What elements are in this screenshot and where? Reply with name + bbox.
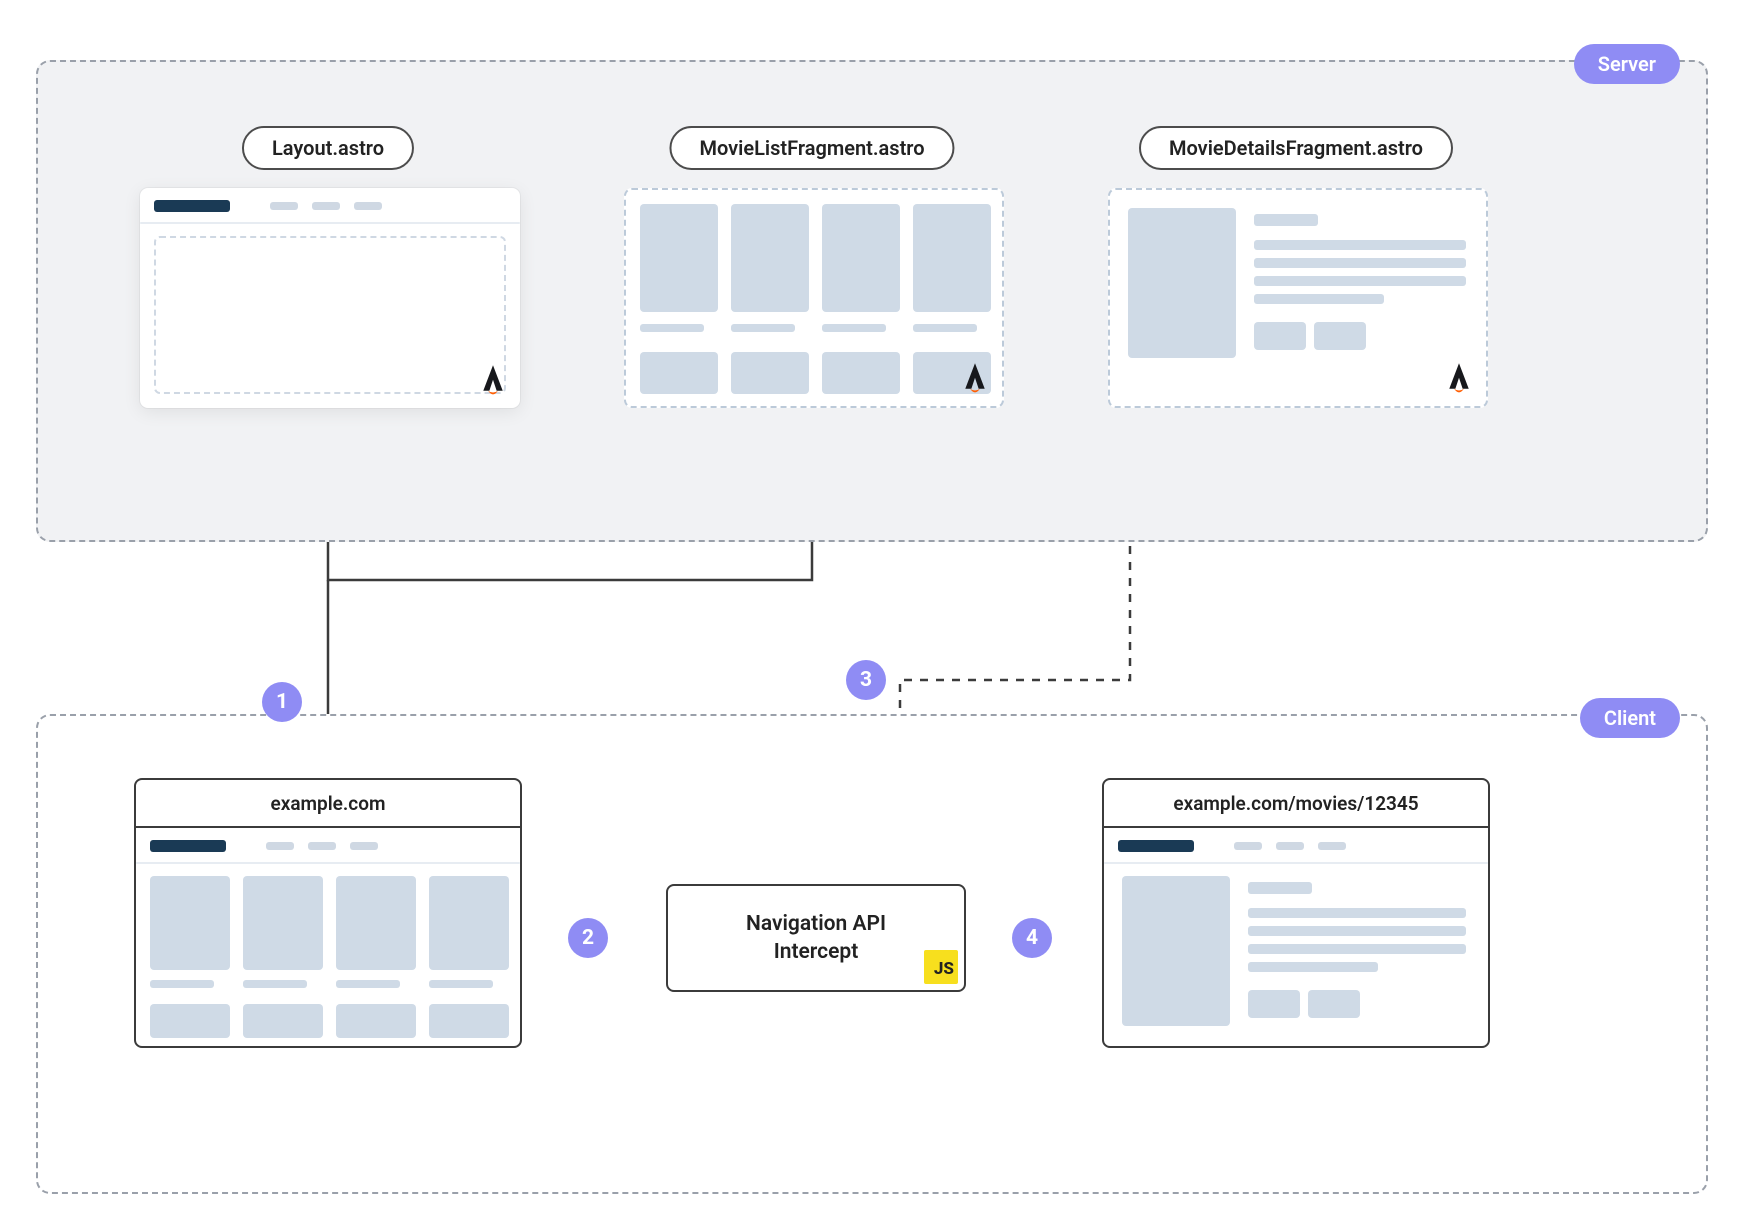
wireframe-caption <box>243 980 307 988</box>
wireframe-button <box>1254 322 1306 350</box>
wireframe-text-line <box>1248 908 1466 918</box>
step-4-badge: 4 <box>1012 918 1052 958</box>
server-region-label: Server <box>1574 44 1680 84</box>
layout-card <box>140 188 520 408</box>
client-region-label: Client <box>1580 698 1680 738</box>
client-details-url: example.com/movies/12345 <box>1104 780 1488 828</box>
wireframe-thumb <box>150 1004 230 1038</box>
step-1-badge: 1 <box>262 682 302 722</box>
client-home-card: example.com <box>134 778 522 1048</box>
wireframe-text-line <box>1254 276 1466 286</box>
wireframe-thumb <box>731 352 809 394</box>
wireframe-poster <box>1128 208 1236 358</box>
wireframe-button <box>1308 990 1360 1018</box>
navigation-api-line1: Navigation API <box>746 910 886 938</box>
astro-icon <box>478 364 508 398</box>
wireframe-caption <box>150 980 214 988</box>
wireframe-nav-item <box>354 202 382 210</box>
astro-icon <box>960 362 990 396</box>
movielist-card <box>624 188 1004 408</box>
wireframe-nav-item <box>308 842 336 850</box>
wireframe-divider <box>1104 862 1488 864</box>
wireframe-thumb <box>243 876 323 970</box>
wireframe-nav-item <box>266 842 294 850</box>
wireframe-thumb <box>336 1004 416 1038</box>
wireframe-caption <box>731 324 795 332</box>
wireframe-nav-bar <box>154 200 230 212</box>
wireframe-caption <box>640 324 704 332</box>
moviedetails-card <box>1108 188 1488 408</box>
wireframe-caption <box>429 980 493 988</box>
wireframe-divider <box>136 862 520 864</box>
wireframe-thumb <box>822 204 900 312</box>
wireframe-nav-bar <box>150 840 226 852</box>
wireframe-thumb <box>243 1004 323 1038</box>
client-home-url: example.com <box>136 780 520 828</box>
wireframe-divider <box>140 222 520 224</box>
wireframe-thumb <box>640 204 718 312</box>
wireframe-thumb <box>640 352 718 394</box>
wireframe-text-line <box>1248 962 1378 972</box>
wireframe-title-line <box>1248 882 1312 894</box>
wireframe-caption <box>913 324 977 332</box>
wireframe-text-line <box>1254 240 1466 250</box>
wireframe-thumb <box>150 876 230 970</box>
wireframe-thumb <box>913 204 991 312</box>
wireframe-nav-item <box>350 842 378 850</box>
wireframe-thumb <box>822 352 900 394</box>
wireframe-thumb <box>336 876 416 970</box>
wireframe-thumb <box>731 204 809 312</box>
js-icon: JS <box>924 950 958 984</box>
wireframe-title-line <box>1254 214 1318 226</box>
wireframe-nav-item <box>270 202 298 210</box>
moviedetails-astro-label: MovieDetailsFragment.astro <box>1139 126 1453 170</box>
wireframe-nav-item <box>1318 842 1346 850</box>
step-3-badge: 3 <box>846 660 886 700</box>
wireframe-text-line <box>1248 926 1466 936</box>
wireframe-thumb <box>429 1004 509 1038</box>
wireframe-caption <box>822 324 886 332</box>
wireframe-text-line <box>1248 944 1466 954</box>
layout-astro-label: Layout.astro <box>242 126 414 170</box>
wireframe-nav-item <box>1234 842 1262 850</box>
wireframe-nav-item <box>1276 842 1304 850</box>
navigation-api-box: Navigation API Intercept JS <box>666 884 966 992</box>
navigation-api-line2: Intercept <box>774 938 859 966</box>
wireframe-slot <box>154 236 506 394</box>
wireframe-thumb <box>429 876 509 970</box>
wireframe-nav-bar <box>1118 840 1194 852</box>
wireframe-text-line <box>1254 294 1384 304</box>
wireframe-poster <box>1122 876 1230 1026</box>
client-details-card: example.com/movies/12345 <box>1102 778 1490 1048</box>
wireframe-caption <box>336 980 400 988</box>
wireframe-button <box>1314 322 1366 350</box>
wireframe-button <box>1248 990 1300 1018</box>
wireframe-nav-item <box>312 202 340 210</box>
wireframe-text-line <box>1254 258 1466 268</box>
astro-icon <box>1444 362 1474 396</box>
movielist-astro-label: MovieListFragment.astro <box>669 126 954 170</box>
step-2-badge: 2 <box>568 918 608 958</box>
